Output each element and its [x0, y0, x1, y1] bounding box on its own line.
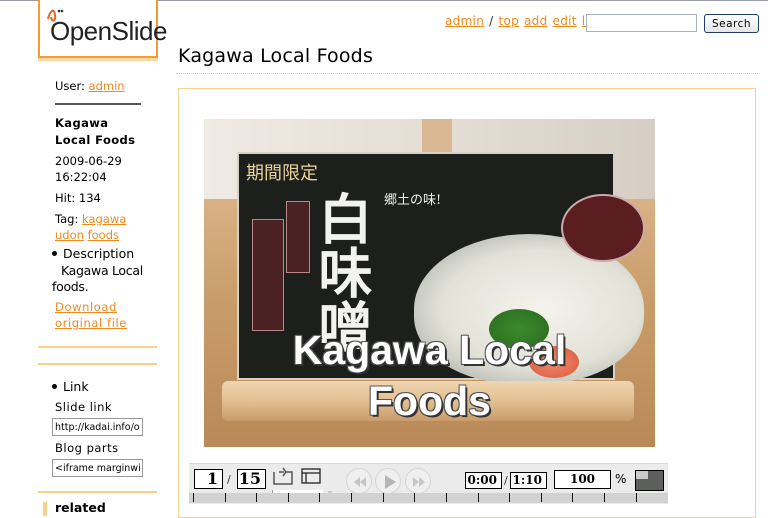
slide-title: Kagawa Local Foods — [55, 116, 136, 147]
description-heading: Description — [52, 246, 134, 262]
tag-link[interactable]: udon — [55, 228, 84, 242]
blog-parts-field[interactable] — [52, 459, 143, 477]
page-title: Kagawa Local Foods — [178, 45, 374, 67]
user-link[interactable]: admin — [89, 79, 125, 93]
slide-date: 2009-06-29 — [55, 154, 122, 168]
page-separator: / — [227, 473, 231, 486]
timeline-tick — [446, 493, 447, 502]
download-original-link[interactable]: Download original file — [55, 300, 127, 330]
section-divider — [38, 363, 157, 365]
tag-link[interactable]: foods — [88, 228, 119, 242]
zoom-field[interactable]: 100 — [554, 470, 611, 489]
fast-forward-button[interactable] — [405, 468, 431, 494]
timeline-tick — [319, 493, 320, 502]
total-pages: 15 — [237, 469, 266, 489]
hit-label: Hit: — [55, 191, 76, 205]
total-time: 1:10 — [510, 472, 547, 489]
zoni-label-box — [252, 219, 284, 331]
timeline-tick — [414, 493, 415, 502]
nav-link-edit[interactable]: edit — [553, 14, 577, 28]
timeline-tick — [288, 493, 289, 502]
search-button[interactable]: Search — [704, 14, 759, 33]
timeline-tick — [193, 493, 194, 502]
download-link-wrap: Download original file — [55, 299, 145, 331]
timeline-tick — [478, 493, 479, 502]
related-heading: related — [43, 500, 106, 516]
time-separator: / — [504, 474, 508, 487]
user-label: User: — [55, 79, 85, 93]
openslide-logo[interactable]: OpenSlide — [38, 0, 167, 58]
slide-caption-line2: Foods — [368, 378, 491, 424]
fast-forward-icon — [413, 477, 425, 487]
title-divider — [176, 73, 760, 74]
shiromiso-label-box — [286, 201, 310, 273]
link-heading: Link — [52, 379, 89, 395]
nav-link-top[interactable]: top — [498, 14, 519, 28]
sidebar-user: User: admin — [55, 78, 125, 94]
timeline-tick — [225, 493, 226, 502]
sidebar-divider — [55, 103, 141, 105]
return-icon[interactable] — [272, 467, 294, 487]
tag-link[interactable]: kagawa — [82, 212, 126, 226]
play-button[interactable] — [375, 468, 401, 494]
description-heading-text: Description — [63, 246, 135, 261]
description-text: Kagawa Local foods. — [52, 263, 143, 294]
timeline-tick — [572, 493, 573, 502]
window-icon[interactable] — [301, 467, 321, 485]
nav-link-add[interactable]: add — [524, 14, 548, 28]
heading-bar-icon — [43, 501, 47, 516]
logo-text: OpenSlide — [50, 16, 167, 46]
slide-link-label: Slide link — [55, 400, 113, 414]
jp-sub-text: 郷土の味! — [384, 193, 442, 208]
rewind-icon — [354, 477, 366, 487]
search-input[interactable] — [586, 14, 697, 32]
section-divider — [38, 346, 157, 348]
link-heading-text: Link — [63, 379, 89, 394]
related-heading-text: related — [55, 500, 106, 515]
jp-limited-text: 期間限定 — [246, 163, 318, 184]
zoom-unit: % — [615, 472, 627, 486]
slide-timestamp: 2009-06-29 16:22:04 — [55, 153, 145, 185]
bullet-icon — [52, 251, 57, 256]
sanuki-badge — [561, 194, 645, 262]
section-divider — [38, 491, 157, 493]
current-page-field[interactable]: 1 — [194, 469, 223, 489]
slide-image[interactable]: 期間限定 白味噌 郷土の味! Kagawa Local Foods — [204, 119, 655, 447]
hit-count: Hit: 134 — [55, 190, 101, 206]
timeline-tick — [509, 493, 510, 502]
slide-timeline[interactable] — [189, 493, 668, 503]
nav-separator: / — [489, 14, 494, 28]
nav-user-link[interactable]: admin — [445, 14, 484, 28]
timeline-tick — [351, 493, 352, 502]
timeline-tick — [636, 493, 637, 502]
top-navigation: admin/topaddeditlist — [445, 14, 606, 28]
slide-caption-line1: Kagawa Local — [292, 327, 567, 373]
current-time: 0:00 — [465, 472, 502, 489]
play-icon — [385, 475, 396, 489]
timeline-tick — [604, 493, 605, 502]
bullet-icon — [52, 384, 57, 389]
logo-shadow — [38, 58, 158, 61]
slide-link-field[interactable] — [52, 418, 143, 436]
slide-time: 16:22:04 — [55, 170, 107, 184]
slide-caption: Kagawa Local Foods — [204, 325, 655, 427]
fit-screen-icon — [636, 471, 648, 479]
blog-parts-label: Blog parts — [55, 441, 119, 455]
fit-screen-button[interactable] — [635, 470, 664, 491]
tag-label: Tag: — [55, 212, 79, 226]
rewind-button[interactable] — [346, 468, 372, 494]
timeline-tick — [383, 493, 384, 502]
timeline-tick — [256, 493, 257, 502]
hit-value: 134 — [78, 191, 101, 205]
tag-list: Tag: kagawa udon foods — [55, 211, 145, 243]
timeline-tick — [541, 493, 542, 502]
